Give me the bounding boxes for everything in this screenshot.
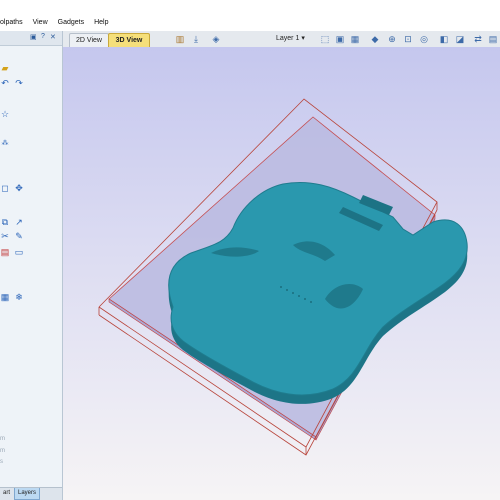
import-icon[interactable]: ⤓ xyxy=(191,34,201,44)
chevron-down-icon: ▾ xyxy=(301,35,305,42)
weld-icon[interactable]: ⧉ xyxy=(0,217,10,227)
tab-layers[interactable]: Layers xyxy=(14,488,41,500)
fillet-icon[interactable]: ↗ xyxy=(14,217,24,227)
menu-view[interactable]: View xyxy=(28,15,53,31)
close-icon[interactable]: ✕ xyxy=(50,33,56,41)
menu-bar: olpaths View Gadgets Help xyxy=(0,15,500,31)
snowflake-icon[interactable]: ❄ xyxy=(14,292,24,302)
flip-icon[interactable]: ⇄ xyxy=(473,34,483,44)
node-edit-icon[interactable]: ✥ xyxy=(14,183,24,193)
zoom-icon[interactable]: ⊕ xyxy=(387,34,397,44)
redo-icon[interactable]: ↷ xyxy=(14,78,24,88)
help-button[interactable]: ? xyxy=(41,33,45,40)
material-setup-icon[interactable]: ▥ xyxy=(175,34,185,44)
panel-tabs: art Layers xyxy=(0,487,62,500)
3d-scene xyxy=(98,98,468,456)
view-tab-bar: 2D View 3D View ▥ ⤓ ◈ Layer 1 ▾ ⬚ ▣ ▦ ◆ … xyxy=(63,31,500,48)
layer-selector[interactable]: Layer 1 ▾ xyxy=(276,34,305,44)
drawing-panel: ▣ ? ✕ ▰ ↶ ↷ ☆ ⁂ ◻ ✥ ⧉ ↗ ✂ ✎ ▤ ▭ ▦ ❄ m m … xyxy=(0,31,63,500)
material-icon[interactable]: ◪ xyxy=(455,34,465,44)
front-view-icon[interactable]: ◆ xyxy=(370,34,380,44)
array-icon[interactable]: ▦ xyxy=(0,292,10,302)
zoom-fit-icon[interactable]: ⊡ xyxy=(403,34,413,44)
zoom-box-icon[interactable]: ◎ xyxy=(419,34,429,44)
tab-2d-view[interactable]: 2D View xyxy=(69,33,109,47)
panel-header: ▣ ? ✕ xyxy=(0,31,62,46)
shaded-icon[interactable]: ◧ xyxy=(439,34,449,44)
transform-icon[interactable]: ◻ xyxy=(0,183,10,193)
menu-toolpaths[interactable]: olpaths xyxy=(0,15,28,31)
3d-view-icon[interactable]: ⬚ xyxy=(320,34,330,44)
3d-viewport[interactable] xyxy=(63,47,500,500)
iso-view-icon[interactable]: ▣ xyxy=(335,34,345,44)
star-icon[interactable]: ☆ xyxy=(0,109,10,119)
panel-text-1: m xyxy=(0,436,5,442)
grid-icon[interactable]: ▦ xyxy=(350,34,360,44)
tab-3d-view[interactable]: 3D View xyxy=(108,33,150,47)
undo-icon[interactable]: ↶ xyxy=(0,78,10,88)
tab-part[interactable]: art xyxy=(0,488,13,499)
title-bar xyxy=(0,0,500,16)
settings-icon[interactable]: ▤ xyxy=(488,34,498,44)
layer-selector-label: Layer 1 xyxy=(276,35,300,42)
open-file-icon[interactable]: ▰ xyxy=(0,63,10,73)
scissors-icon[interactable]: ✂ xyxy=(0,231,10,241)
ruler-icon[interactable]: ▤ xyxy=(0,247,10,257)
menu-help[interactable]: Help xyxy=(89,15,113,31)
measure-icon[interactable]: ✎ xyxy=(14,231,24,241)
layers-icon[interactable]: ◈ xyxy=(211,34,221,44)
align-icon[interactable]: ⁂ xyxy=(0,139,10,149)
dimension-icon[interactable]: ▭ xyxy=(14,247,24,257)
panel-text-3: s xyxy=(0,459,3,465)
panel-text-2: m xyxy=(0,448,5,454)
menu-gadgets[interactable]: Gadgets xyxy=(53,15,89,31)
pin-icon[interactable]: ▣ xyxy=(30,33,37,41)
